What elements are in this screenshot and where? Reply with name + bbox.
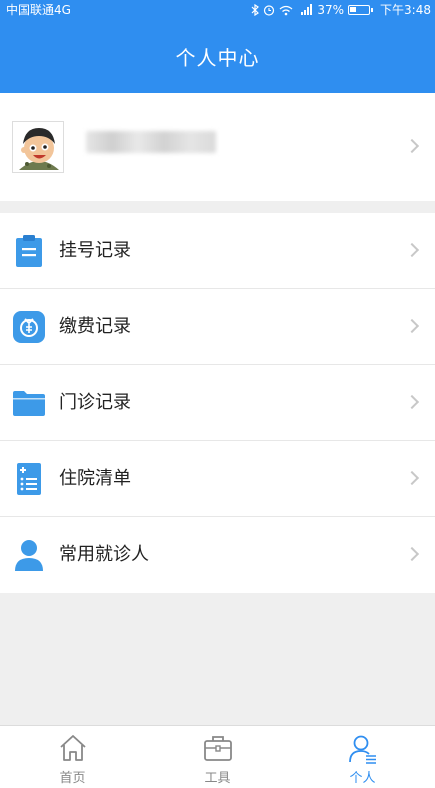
clipboard-icon xyxy=(12,233,46,269)
tab-label: 工具 xyxy=(204,771,231,786)
avatar[interactable] xyxy=(12,121,64,173)
payment-icon xyxy=(12,309,46,345)
header: 中国联通4G 37% 下午3:48 个人中心 xyxy=(0,0,435,93)
tab-label: 个人 xyxy=(349,771,376,786)
status-time: 下午3:48 xyxy=(380,3,431,17)
page-title: 个人中心 xyxy=(175,46,260,70)
signal-icon xyxy=(301,4,313,15)
menu-item-registration-records[interactable]: 挂号记录 xyxy=(0,213,435,289)
list-calc-icon xyxy=(12,461,46,497)
status-icons: 37% 下午3:48 xyxy=(251,0,431,20)
avatar-cartoon-icon xyxy=(13,122,63,172)
tab-bar: 首页 工具 个人 xyxy=(0,725,435,788)
tab-home[interactable]: 首页 xyxy=(0,726,145,788)
battery-icon xyxy=(348,5,374,15)
menu-item-label: 门诊记录 xyxy=(59,392,131,413)
tab-label: 首页 xyxy=(59,771,86,786)
menu-list: 挂号记录 缴费记录 门诊记录 住院清单 常用就诊人 xyxy=(0,213,435,593)
chevron-right-icon xyxy=(404,394,420,410)
chevron-right-icon xyxy=(404,138,420,154)
folder-icon xyxy=(12,385,46,421)
menu-item-label: 住院清单 xyxy=(59,468,131,489)
menu-item-payment-records[interactable]: 缴费记录 xyxy=(0,289,435,365)
toolbox-icon xyxy=(203,734,233,766)
menu-item-label: 缴费记录 xyxy=(59,316,131,337)
menu-item-outpatient-records[interactable]: 门诊记录 xyxy=(0,365,435,441)
battery-percent: 37% xyxy=(317,3,345,17)
person-icon xyxy=(12,537,46,573)
home-icon xyxy=(58,734,88,766)
menu-item-label: 挂号记录 xyxy=(59,240,131,261)
carrier-text: 中国联通4G xyxy=(6,3,71,17)
alarm-icon xyxy=(264,5,275,16)
app-root: 中国联通4G 37% 下午3:48 个人中心 挂号记录 缴费记录 门诊记录 住院… xyxy=(0,0,435,788)
battery-fill xyxy=(350,7,357,12)
chevron-right-icon xyxy=(404,242,420,258)
profile-row[interactable] xyxy=(0,93,435,201)
user-icon xyxy=(348,734,378,768)
chevron-right-icon xyxy=(404,546,420,562)
wifi-icon xyxy=(279,5,293,15)
chevron-right-icon xyxy=(404,470,420,486)
chevron-right-icon xyxy=(404,318,420,334)
bluetooth-icon xyxy=(251,4,260,16)
status-bar: 中国联通4G 37% 下午3:48 xyxy=(0,0,435,20)
menu-item-inpatient-list[interactable]: 住院清单 xyxy=(0,441,435,517)
username-blurred xyxy=(86,131,216,153)
menu-item-frequent-patients[interactable]: 常用就诊人 xyxy=(0,517,435,593)
menu-item-label: 常用就诊人 xyxy=(59,544,149,565)
tab-tools[interactable]: 工具 xyxy=(145,726,290,788)
tab-profile[interactable]: 个人 xyxy=(290,726,435,788)
